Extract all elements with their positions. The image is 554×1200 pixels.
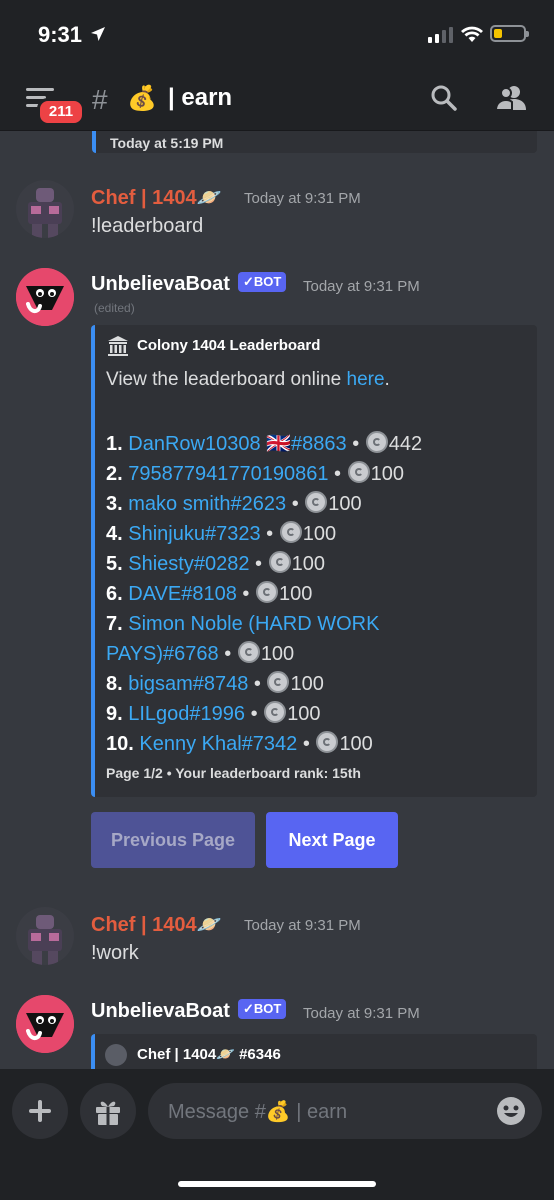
leaderboard-row: 1. DanRow10308 🇬🇧#8863 • 442 — [106, 431, 423, 455]
avatar[interactable] — [16, 180, 74, 238]
unbelievaboat-logo-icon — [16, 995, 74, 1053]
leaderboard-user[interactable]: DAVE#8108 — [128, 583, 237, 605]
avatar[interactable] — [16, 995, 74, 1053]
message-text: !leaderboard — [91, 215, 204, 237]
channel-emoji: 💰 — [127, 85, 157, 112]
home-indicator — [178, 1181, 376, 1187]
leaderboard-row: 5. Shiesty#0282 • 100 — [106, 551, 325, 575]
attach-button[interactable] — [12, 1083, 68, 1139]
author-name[interactable]: Chef | 1404🪐 — [91, 185, 222, 210]
gift-icon — [96, 1101, 120, 1125]
previous-embed-timestamp: Today at 5:19 PM — [110, 135, 224, 151]
location-arrow-icon — [91, 27, 105, 41]
message-timestamp: Today at 9:31 PM — [244, 917, 361, 934]
leaderboard-row: 8. bigsam#8748 • 100 — [106, 671, 324, 695]
armored-figure-icon — [16, 907, 74, 965]
coin-icon — [316, 731, 339, 753]
status-time: 9:31 — [38, 22, 83, 47]
channel-hash-icon: # — [92, 84, 108, 115]
leaderboard-row: 9. LILgod#1996 • 100 — [106, 701, 321, 725]
embed-footer: Page 1/2 • Your leaderboard rank: 15th — [106, 765, 361, 781]
avatar[interactable] — [16, 907, 74, 965]
leaderboard-row-continued: PAYS)#6768 • 100 — [106, 641, 295, 665]
leaderboard-user[interactable]: Shiesty#0282 — [128, 553, 249, 575]
leaderboard-user[interactable]: DanRow10308 🇬🇧#8863 — [128, 433, 346, 455]
avatar[interactable] — [16, 268, 74, 326]
message-input[interactable]: Message #💰 | earn — [148, 1083, 542, 1139]
coin-icon — [268, 551, 291, 573]
leaderboard-row: 7. Simon Noble (HARD WORK — [106, 613, 380, 635]
channel-name[interactable]: | earn — [168, 84, 232, 112]
search-icon[interactable] — [430, 84, 458, 112]
emoji-icon[interactable] — [496, 1096, 526, 1126]
previous-page-button[interactable]: Previous Page — [91, 812, 255, 868]
status-bar: 9:31 — [0, 0, 554, 66]
leaderboard-user[interactable]: 795877941770190861 — [128, 463, 328, 485]
leaderboard-row: 10. Kenny Khal#7342 • 100 — [106, 731, 373, 755]
wifi-icon — [461, 26, 483, 42]
battery-icon — [490, 25, 529, 42]
coin-icon — [255, 581, 278, 603]
bot-tag: ✓BOT — [238, 999, 287, 1019]
coin-icon — [237, 641, 260, 663]
leaderboard-row: 2. 795877941770190861 • 100 — [106, 461, 404, 485]
notification-badge: 211 — [37, 98, 85, 126]
previous-embed: Today at 5:19 PM — [92, 131, 537, 153]
author-name[interactable]: UnbelievaBoat — [91, 273, 230, 296]
coin-icon — [347, 461, 370, 483]
leaderboard-user[interactable]: bigsam#8748 — [128, 673, 248, 695]
message-list[interactable]: Today at 5:19 PM Chef | 1404🪐 Today at 9… — [0, 131, 554, 1069]
coin-icon — [267, 671, 290, 693]
embed-author: Colony 1404 Leaderboard — [137, 337, 321, 354]
bot-tag: ✓BOT — [238, 272, 287, 292]
message-composer: Message #💰 | earn — [0, 1069, 554, 1200]
leaderboard-user[interactable]: Shinjuku#7323 — [128, 523, 260, 545]
leaderboard-row: 6. DAVE#8108 • 100 — [106, 581, 313, 605]
embed-description: View the leaderboard online here. — [106, 369, 390, 390]
leaderboard-user[interactable]: mako smith#2623 — [128, 493, 286, 515]
message-timestamp: Today at 9:31 PM — [303, 1005, 420, 1022]
leaderboard-embed: Colony 1404 Leaderboard View the leaderb… — [91, 325, 537, 797]
gift-button[interactable] — [80, 1083, 136, 1139]
leaderboard-list: 1. DanRow10308 🇬🇧#8863 • 442 2. 79587794… — [106, 429, 531, 759]
leaderboard-user[interactable]: Simon Noble (HARD WORK — [128, 613, 379, 635]
coin-icon — [305, 491, 328, 513]
coin-icon — [264, 701, 287, 723]
work-embed: Chef | 1404🪐 #6346 — [91, 1034, 537, 1069]
plus-icon — [29, 1100, 51, 1122]
embed-author: Chef | 1404🪐 #6346 — [137, 1046, 281, 1063]
author-name[interactable]: UnbelievaBoat — [91, 1000, 230, 1023]
author-name[interactable]: Chef | 1404🪐 — [91, 912, 222, 937]
leaderboard-user[interactable]: LILgod#1996 — [128, 703, 245, 725]
coin-icon — [365, 431, 388, 453]
coin-icon — [279, 521, 302, 543]
leaderboard-row: 3. mako smith#2623 • 100 — [106, 491, 362, 515]
message-text: !work — [91, 942, 139, 964]
bank-icon — [108, 336, 128, 356]
leaderboard-user[interactable]: PAYS)#6768 — [106, 643, 219, 665]
message-input-placeholder: Message #💰 | earn — [168, 1101, 348, 1123]
armored-figure-icon — [16, 180, 74, 238]
unbelievaboat-logo-icon — [16, 268, 74, 326]
next-page-button[interactable]: Next Page — [266, 812, 398, 868]
channel-header: 211 # 💰 | earn — [0, 66, 554, 131]
cell-signal-icon — [428, 27, 453, 43]
edited-label: (edited) — [94, 301, 135, 315]
members-icon[interactable] — [496, 84, 528, 112]
message-timestamp: Today at 9:31 PM — [244, 190, 361, 207]
embed-author-avatar — [105, 1044, 127, 1066]
leaderboard-row: 4. Shinjuku#7323 • 100 — [106, 521, 337, 545]
leaderboard-link[interactable]: here — [347, 369, 385, 390]
leaderboard-user[interactable]: Kenny Khal#7342 — [139, 733, 297, 755]
message-timestamp: Today at 9:31 PM — [303, 278, 420, 295]
